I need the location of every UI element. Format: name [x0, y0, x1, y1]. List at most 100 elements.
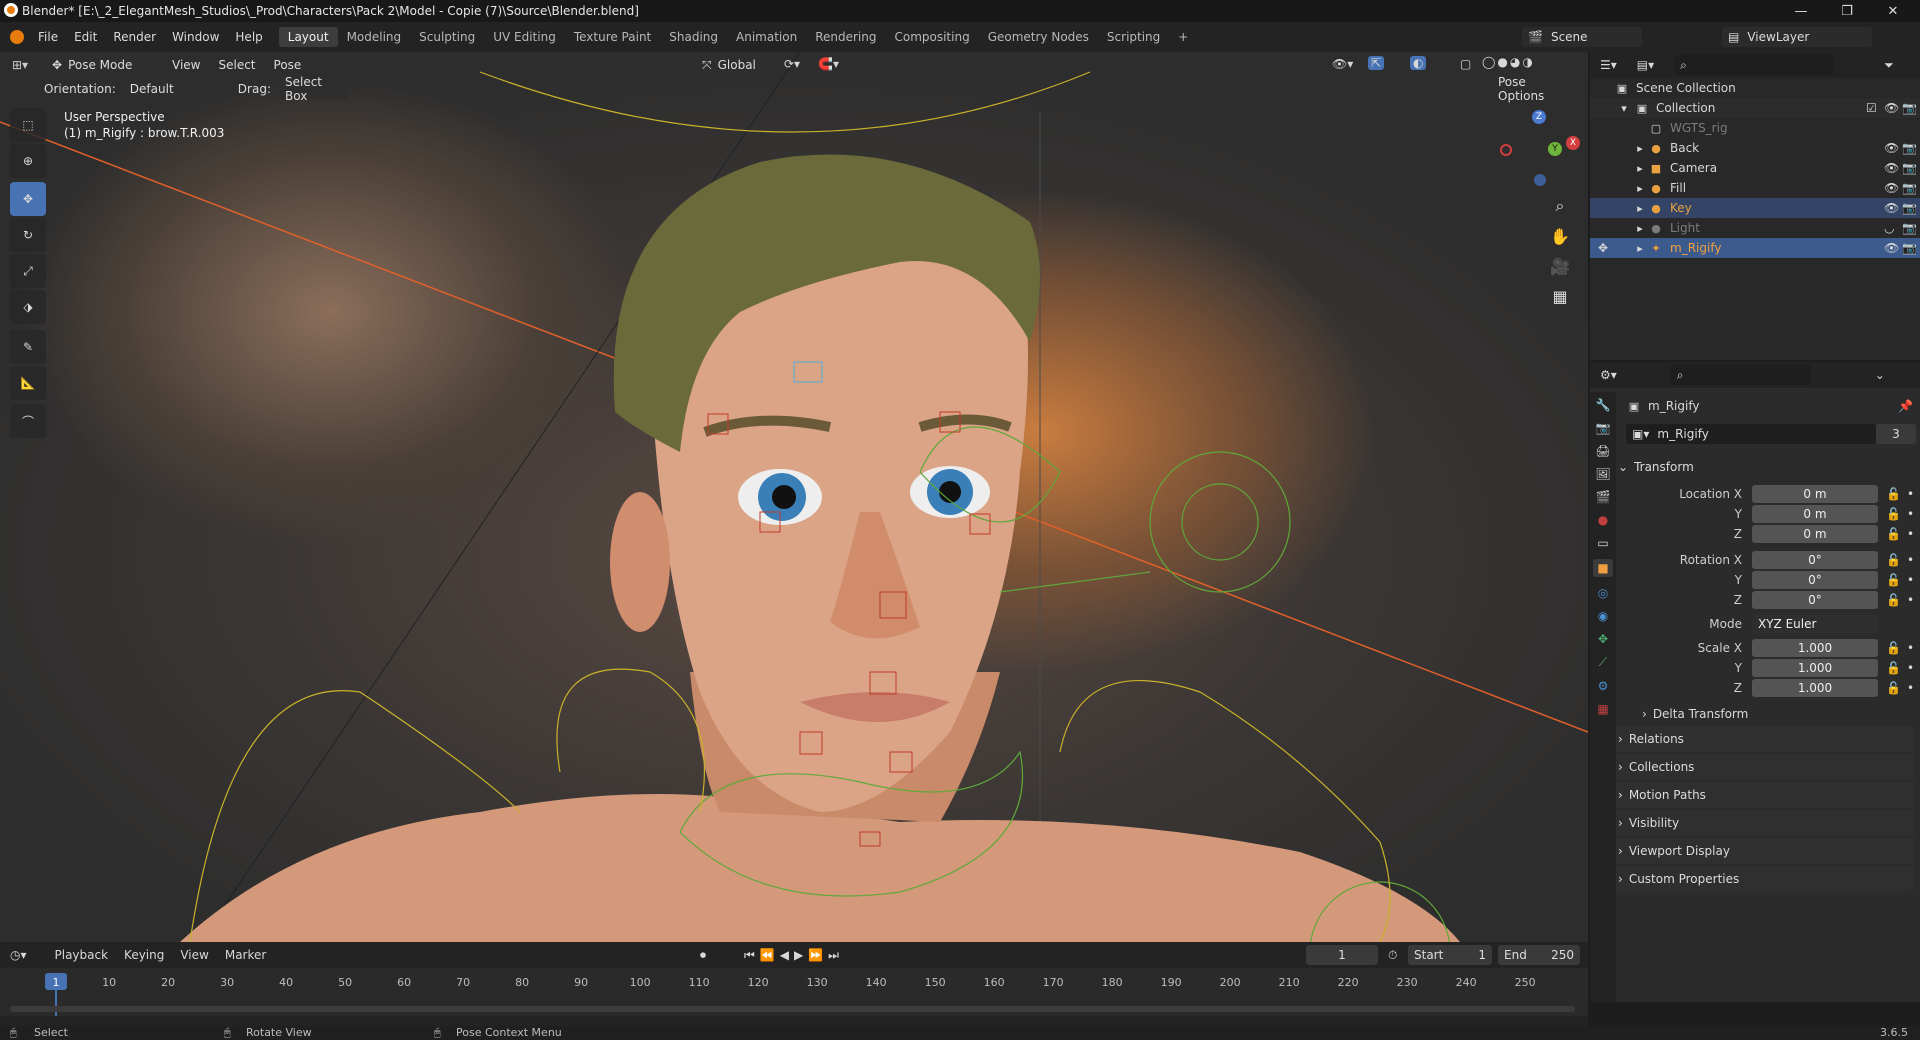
modifiers-tab-icon[interactable]: ◎ — [1598, 586, 1608, 600]
keyframe-dot-icon[interactable]: • — [1907, 553, 1914, 567]
relations-panel-header[interactable]: › Relations — [1596, 726, 1914, 752]
camera-render-icon[interactable]: 📷 — [1902, 221, 1917, 235]
outliner-search-input[interactable]: ⌕ — [1674, 55, 1835, 75]
lock-icon[interactable]: 🔓 — [1886, 487, 1901, 501]
properties-editor-icon[interactable]: ⚙▾ — [1600, 368, 1617, 382]
physics-tab-icon[interactable]: ◉ — [1598, 609, 1608, 623]
minimize-button[interactable]: — — [1778, 0, 1824, 22]
outliner-collection[interactable]: ▾ ▣ Collection ☑ 👁 📷 — [1590, 98, 1920, 118]
outliner-item-fill[interactable]: ▸ ● Fill 👁 📷 — [1590, 178, 1920, 198]
clock-icon[interactable]: ⏱ — [1388, 948, 1397, 963]
lock-icon[interactable]: 🔓 — [1886, 573, 1901, 587]
camera-render-icon[interactable]: 📷 — [1902, 201, 1917, 215]
timeline-editor-icon[interactable]: ◷▾ — [10, 948, 27, 962]
annotate-tool[interactable]: ✎ — [10, 330, 46, 364]
collection-tab-icon[interactable]: ▭ — [1597, 536, 1608, 550]
viewlayer-selector[interactable]: ▤ ViewLayer — [1722, 27, 1872, 47]
rotate-tool[interactable]: ↻ — [10, 218, 46, 252]
keyframe-dot-icon[interactable]: • — [1907, 661, 1914, 675]
checkbox-icon[interactable]: ☑ — [1866, 101, 1877, 115]
keyframe-dot-icon[interactable]: • — [1907, 527, 1914, 541]
keying-menu[interactable]: Keying — [124, 948, 164, 962]
tab-uv-editing[interactable]: UV Editing — [484, 27, 565, 47]
location-x-field[interactable]: 0 m — [1752, 485, 1878, 503]
gizmo-neg-z[interactable] — [1534, 174, 1546, 186]
select-box-tool[interactable]: ⬚ — [10, 108, 46, 142]
rotation-x-field[interactable]: 0° — [1752, 551, 1878, 569]
add-workspace-button[interactable]: + — [1169, 27, 1197, 47]
lock-icon[interactable]: 🔓 — [1886, 593, 1901, 607]
xray-icon[interactable]: ▢ — [1460, 57, 1471, 71]
keyframe-dot-icon[interactable]: • — [1907, 507, 1914, 521]
transform-tool[interactable]: ⬗ — [10, 290, 46, 324]
bone-tool[interactable]: ⌒ — [10, 404, 46, 438]
blender-menu-icon[interactable] — [10, 30, 24, 44]
tab-animation[interactable]: Animation — [727, 27, 806, 47]
gizmo-neg-x[interactable] — [1500, 144, 1512, 156]
transform-panel-header[interactable]: ⌄ Transform — [1596, 454, 1914, 480]
outliner-scene-collection[interactable]: ▣ Scene Collection — [1590, 78, 1920, 98]
tab-modeling[interactable]: Modeling — [338, 27, 411, 47]
eye-icon[interactable]: 👁 — [1884, 141, 1899, 155]
camera-render-icon[interactable]: 📷 — [1902, 161, 1917, 175]
camera-render-icon[interactable]: 📷 — [1902, 241, 1917, 255]
gizmo-toggle-icon[interactable]: ⇱ — [1368, 56, 1385, 70]
tab-rendering[interactable]: Rendering — [806, 27, 885, 47]
eye-icon[interactable]: 👁 — [1884, 161, 1899, 175]
outliner-item-wgts-rig[interactable]: ▢ WGTS_rig — [1590, 118, 1920, 138]
tab-layout[interactable]: Layout — [278, 27, 338, 47]
ortho-grid-icon[interactable]: ▦ — [1546, 282, 1574, 310]
navigation-gizmo[interactable]: Z Y X — [1488, 106, 1588, 196]
cursor-tool[interactable]: ⊕ — [10, 144, 46, 178]
menu-file[interactable]: File — [30, 30, 66, 44]
viewport-menu-pose[interactable]: Pose — [274, 58, 302, 72]
location-y-field[interactable]: 0 m — [1752, 505, 1878, 523]
pan-hand-icon[interactable]: ✋ — [1546, 222, 1574, 250]
custom-properties-panel-header[interactable]: › Custom Properties — [1596, 866, 1914, 892]
eye-icon[interactable]: 👁 — [1884, 181, 1899, 195]
armature-data-tab-icon[interactable]: ⟋ — [1599, 655, 1607, 670]
camera-render-icon[interactable]: 📷 — [1902, 181, 1917, 195]
menu-window[interactable]: Window — [164, 30, 227, 44]
zoom-icon[interactable]: ⌕ — [1546, 192, 1574, 220]
tool-tab-icon[interactable]: 🔧 — [1596, 398, 1611, 412]
visibility-icon[interactable]: 👁▾ — [1332, 57, 1353, 71]
properties-search-input[interactable]: ⌕ — [1670, 365, 1811, 385]
scale-tool[interactable]: ⤢ — [10, 254, 46, 288]
menu-render[interactable]: Render — [105, 30, 164, 44]
filter-icon[interactable]: ⏷ — [1884, 58, 1894, 73]
expand-arrow-icon[interactable]: ▾ — [1616, 100, 1632, 116]
pose-options-dropdown[interactable]: Pose Options — [1492, 75, 1576, 103]
lock-icon[interactable]: 🔓 — [1886, 641, 1901, 655]
output-tab-icon[interactable]: 🖨 — [1595, 444, 1610, 458]
tab-sculpting[interactable]: Sculpting — [410, 27, 484, 47]
expand-arrow-icon[interactable]: ▸ — [1632, 140, 1648, 156]
collections-panel-header[interactable]: › Collections — [1596, 754, 1914, 780]
close-button[interactable]: ✕ — [1870, 0, 1916, 22]
timeline-track[interactable]: 1 10 20 30 40 50 60 70 80 90 100 110 120 130 140 150 160… — [0, 968, 1588, 1016]
menu-help[interactable]: Help — [227, 30, 270, 44]
lock-icon[interactable]: 🔓 — [1886, 527, 1901, 541]
motion-paths-panel-header[interactable]: › Motion Paths — [1596, 782, 1914, 808]
display-mode-icon[interactable]: ▤▾ — [1637, 58, 1654, 72]
lock-icon[interactable]: 🔓 — [1886, 507, 1901, 521]
chevron-down-icon[interactable]: ⌄ — [1875, 368, 1885, 382]
outliner-item-m-rigify[interactable]: ✥ ▸ ✦ m_Rigify 👁 📷 — [1590, 238, 1920, 258]
scale-x-field[interactable]: 1.000 — [1752, 639, 1878, 657]
orientation-dropdown[interactable]: Default — [123, 79, 220, 99]
view-layer-tab-icon[interactable]: 🖼 — [1595, 467, 1610, 481]
gizmo-x[interactable]: X — [1566, 136, 1580, 150]
bone-constraints-tab-icon[interactable]: ⚙ — [1598, 679, 1609, 693]
outliner-item-camera[interactable]: ▸ ■ Camera 👁 📷 — [1590, 158, 1920, 178]
editor-type-icon[interactable]: ⊞▾ — [12, 58, 38, 72]
lock-icon[interactable]: 🔓 — [1886, 661, 1901, 675]
viewport-display-panel-header[interactable]: › Viewport Display — [1596, 838, 1914, 864]
keyframe-dot-icon[interactable]: • — [1907, 681, 1914, 695]
lock-icon[interactable]: 🔓 — [1886, 681, 1901, 695]
tab-geometry-nodes[interactable]: Geometry Nodes — [979, 27, 1098, 47]
eye-icon[interactable]: 👁 — [1884, 201, 1899, 215]
world-tab-icon[interactable]: ● — [1598, 513, 1608, 527]
shading-modes-icon[interactable]: ◯●◕◑ — [1482, 55, 1535, 69]
playback-menu[interactable]: Playback — [55, 948, 109, 962]
user-count[interactable]: 3 — [1876, 424, 1916, 444]
